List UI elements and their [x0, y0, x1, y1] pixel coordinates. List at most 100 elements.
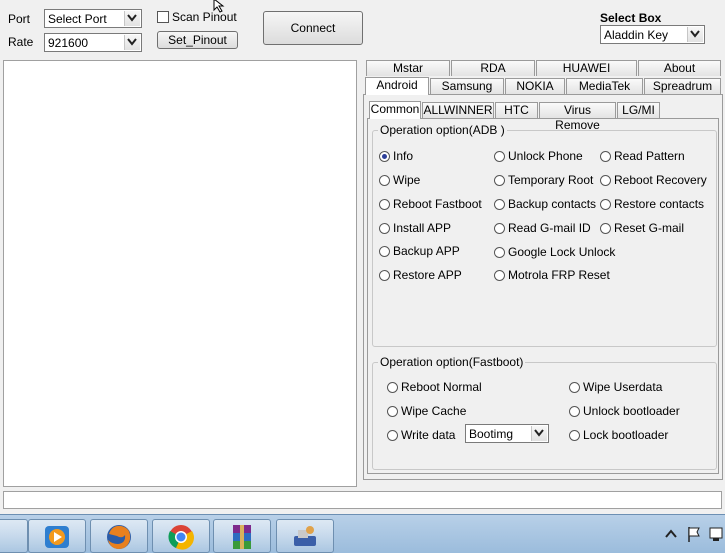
subtab-virus-remove[interactable]: Virus Remove [539, 102, 616, 132]
radio-unlock-bootloader[interactable]: Unlock bootloader [569, 404, 680, 418]
radio-wipe-userdata[interactable]: Wipe Userdata [569, 380, 662, 394]
radio-label: Reboot Fastboot [393, 197, 482, 211]
chevron-down-icon[interactable] [124, 35, 140, 50]
port-label: Port [8, 12, 31, 26]
radio-circle[interactable] [600, 175, 611, 186]
chevron-down-icon[interactable] [687, 27, 703, 42]
radio-read-pattern[interactable]: Read Pattern [600, 149, 685, 163]
chevron-up-icon[interactable] [664, 527, 678, 541]
taskbar-usb-tool[interactable] [276, 519, 334, 553]
radio-circle[interactable] [569, 382, 580, 393]
select-box-value: Aladdin Key [604, 28, 669, 42]
taskbar-chrome[interactable] [152, 519, 210, 553]
radio-google-lock-unlock[interactable]: Google Lock Unlock [494, 245, 615, 259]
radio-circle[interactable] [379, 175, 390, 186]
taskbar-firefox[interactable] [90, 519, 148, 553]
radio-circle[interactable] [379, 199, 390, 210]
subtab-allwinner[interactable]: ALLWINNER [422, 102, 494, 118]
radio-circle[interactable] [494, 270, 505, 281]
radio-label: Restore contacts [614, 197, 705, 211]
radio-circle[interactable] [387, 430, 398, 441]
tab-rda[interactable]: RDA [451, 60, 535, 76]
subtab-common[interactable]: Common [369, 101, 421, 119]
usb-tool-icon [294, 526, 316, 546]
select-box-combo[interactable]: Aladdin Key [600, 25, 705, 44]
radio-restore-app[interactable]: Restore APP [379, 268, 462, 282]
radio-circle[interactable] [600, 151, 611, 162]
flag-icon[interactable] [686, 525, 702, 543]
fastboot-options-group: Operation option(Fastboot) Reboot Normal… [372, 355, 717, 470]
tab-huawei[interactable]: HUAWEI [536, 60, 637, 76]
tab-nokia[interactable]: NOKIA [505, 78, 565, 94]
radio-label: Unlock Phone [508, 149, 583, 163]
tab-android[interactable]: Android [365, 77, 429, 95]
radio-circle[interactable] [379, 246, 390, 257]
radio-wipe[interactable]: Wipe [379, 173, 420, 187]
scan-pinout-checkbox[interactable] [157, 11, 169, 23]
radio-circle[interactable] [387, 382, 398, 393]
subtab-htc[interactable]: HTC [495, 102, 538, 118]
tab-mediatek[interactable]: MediaTek [566, 78, 643, 94]
fastboot-group-title: Operation option(Fastboot) [378, 355, 526, 369]
radio-circle[interactable] [387, 406, 398, 417]
radio-circle[interactable] [569, 406, 580, 417]
radio-reboot-recovery[interactable]: Reboot Recovery [600, 173, 707, 187]
connect-button[interactable]: Connect [263, 11, 363, 45]
tab-mstar[interactable]: Mstar [366, 60, 450, 76]
radio-label: Temporary Root [508, 173, 594, 187]
rate-select[interactable]: 921600 [44, 33, 142, 52]
radio-reboot-fastboot[interactable]: Reboot Fastboot [379, 197, 482, 211]
radio-write-data[interactable]: Write data [387, 428, 455, 442]
radio-read-gmail-id[interactable]: Read G-mail ID [494, 221, 591, 235]
network-icon[interactable] [708, 525, 724, 543]
radio-circle[interactable] [494, 151, 505, 162]
radio-unlock-phone[interactable]: Unlock Phone [494, 149, 583, 163]
radio-backup-contacts[interactable]: Backup contacts [494, 197, 596, 211]
radio-temporary-root[interactable]: Temporary Root [494, 173, 593, 187]
log-textarea[interactable] [3, 60, 357, 487]
radio-label: Reboot Normal [401, 380, 482, 394]
radio-lock-bootloader[interactable]: Lock bootloader [569, 428, 668, 442]
radio-reset-gmail[interactable]: Reset G-mail [600, 221, 684, 235]
radio-wipe-cache[interactable]: Wipe Cache [387, 404, 466, 418]
port-select[interactable]: Select Port [44, 9, 142, 28]
radio-circle[interactable] [600, 199, 611, 210]
radio-label: Unlock bootloader [583, 404, 680, 418]
radio-circle[interactable] [569, 430, 580, 441]
radio-circle[interactable] [494, 175, 505, 186]
tab-samsung[interactable]: Samsung [430, 78, 504, 94]
radio-circle[interactable] [600, 223, 611, 234]
rate-label: Rate [8, 35, 34, 49]
radio-circle[interactable] [494, 247, 505, 258]
radio-label: Info [393, 149, 414, 163]
taskbar-winrar[interactable] [213, 519, 271, 553]
radio-label: Reboot Recovery [614, 173, 707, 187]
chevron-down-icon[interactable] [124, 11, 140, 26]
radio-info[interactable]: Info [379, 149, 413, 163]
radio-circle[interactable] [379, 151, 390, 162]
radio-circle[interactable] [379, 270, 390, 281]
start-button[interactable] [0, 519, 28, 553]
radio-circle[interactable] [379, 223, 390, 234]
adb-options-group: Operation option(ADB ) Info Wipe Reboot … [372, 123, 717, 347]
set-pinout-button[interactable]: Set_Pinout [157, 31, 238, 49]
write-data-select[interactable]: Bootimg [465, 424, 549, 443]
radio-label: Motrola FRP Reset [508, 268, 610, 282]
radio-reboot-normal[interactable]: Reboot Normal [387, 380, 482, 394]
radio-circle[interactable] [494, 223, 505, 234]
radio-restore-contacts[interactable]: Restore contacts [600, 197, 704, 211]
tab-spreadrum[interactable]: Spreadrum [644, 78, 721, 94]
tab-about[interactable]: About [638, 60, 721, 76]
cursor-icon [213, 0, 225, 13]
subtab-lg-mi[interactable]: LG/MI [617, 102, 660, 118]
write-data-value: Bootimg [469, 427, 514, 441]
radio-motrola-frp-reset[interactable]: Motrola FRP Reset [494, 268, 610, 282]
status-bar [3, 491, 722, 509]
radio-backup-app[interactable]: Backup APP [379, 244, 460, 258]
taskbar-media-player[interactable] [28, 519, 86, 553]
winrar-icon [233, 525, 251, 549]
scan-pinout-label: Scan Pinout [172, 10, 237, 24]
radio-circle[interactable] [494, 199, 505, 210]
chevron-down-icon[interactable] [531, 426, 547, 441]
radio-install-app[interactable]: Install APP [379, 221, 451, 235]
